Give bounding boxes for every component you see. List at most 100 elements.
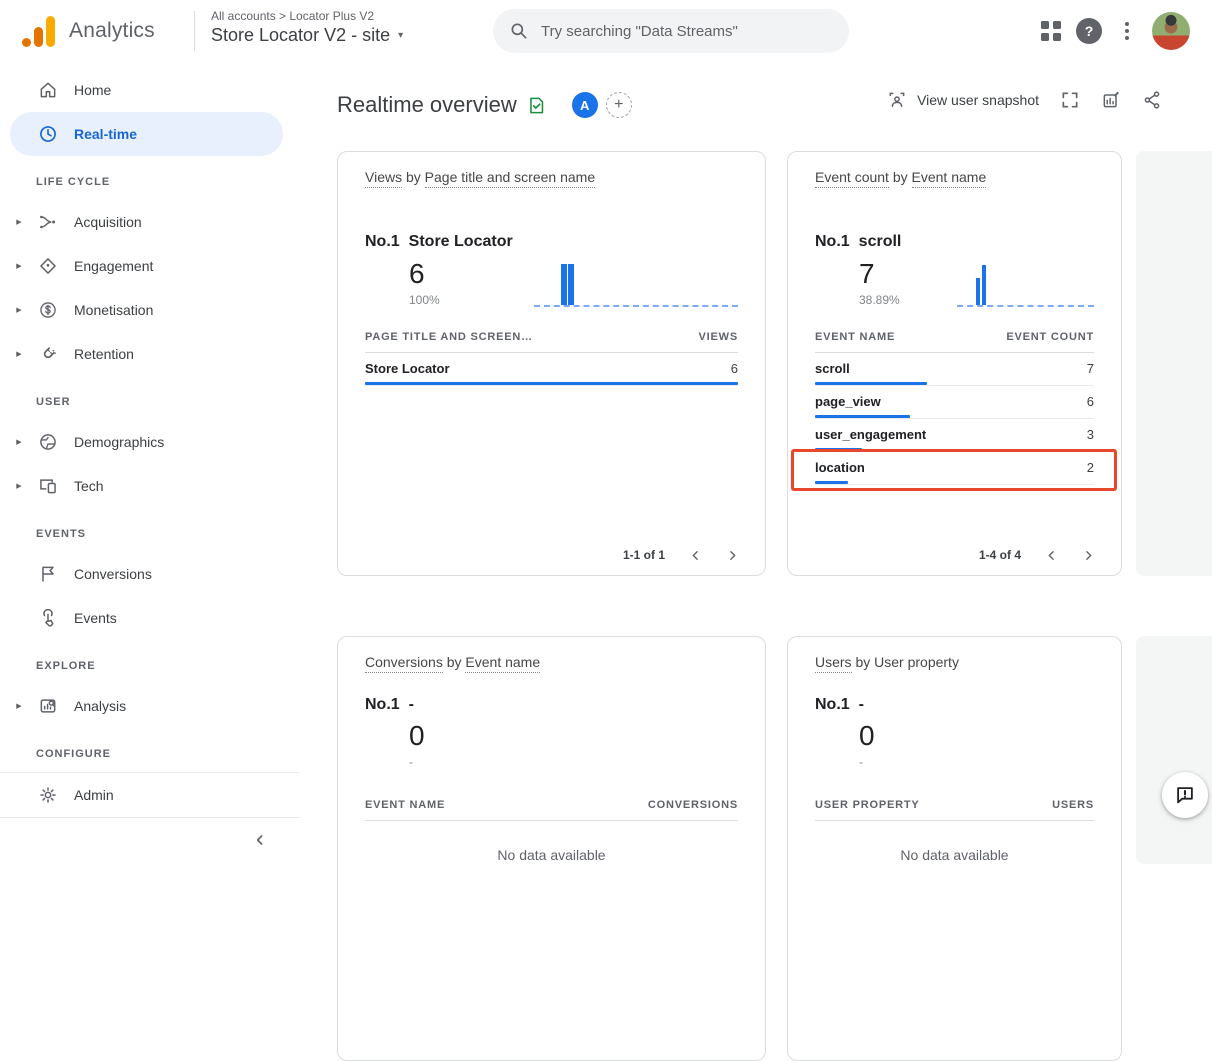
sidebar-section-events: EVENTS [36, 528, 283, 542]
app-header: Analytics All accounts > Locator Plus V2… [0, 0, 1212, 62]
metric-share: - [859, 755, 875, 769]
expand-caret-icon: ▶ [13, 438, 25, 446]
fullscreen-icon[interactable] [1060, 90, 1080, 110]
metric-value: 6 [409, 258, 440, 290]
sidebar-item-admin[interactable]: Admin [10, 773, 283, 817]
sparkline-chart [534, 257, 738, 307]
page-title: Realtime overview [337, 92, 517, 118]
add-comparison-button[interactable]: + [606, 92, 632, 118]
sidebar-item-engagement[interactable]: ▶ Engagement [10, 244, 283, 288]
share-icon[interactable] [1142, 90, 1162, 110]
sidebar-section-user: USER [36, 396, 283, 410]
sidebar-item-conversions[interactable]: Conversions [10, 552, 283, 596]
help-icon[interactable]: ? [1076, 18, 1102, 44]
table-header: PAGE TITLE AND SCREEN…VIEWS [365, 331, 738, 353]
table-row: user_engagement 3 [815, 419, 1094, 452]
card-title: Event count by Event name [815, 169, 1094, 185]
report-valid-icon[interactable] [527, 96, 546, 115]
row-bar [365, 382, 738, 385]
card-title: Conversions by Event name [365, 654, 738, 670]
sidebar-item-acquisition[interactable]: ▶ Acquisition [10, 200, 283, 244]
sidebar: Home Real-time LIFE CYCLE ▶ Acquisition … [0, 62, 300, 864]
dimension-selector[interactable]: User property [874, 654, 959, 670]
search-input[interactable] [541, 23, 821, 40]
sidebar-item-monetisation[interactable]: ▶ Monetisation [10, 288, 283, 332]
metric-share: - [409, 755, 425, 769]
metric-block: 0 - [859, 720, 875, 769]
next-page-icon[interactable] [726, 549, 739, 562]
sidebar-collapse-icon[interactable] [252, 832, 268, 848]
row-bar [815, 448, 862, 451]
clock-icon [36, 122, 60, 146]
pagination: 1-1 of 1 [623, 548, 739, 562]
sidebar-item-retention[interactable]: ▶ Retention [10, 332, 283, 376]
sidebar-section-configure: CONFIGURE [36, 748, 283, 762]
gear-icon [36, 783, 60, 807]
search-icon [509, 21, 529, 41]
engagement-tag-icon [36, 254, 60, 278]
property-selector[interactable]: Store Locator V2 - site ▾ [211, 25, 403, 46]
feedback-bubble-icon [1174, 784, 1196, 806]
more-menu-icon[interactable] [1117, 18, 1137, 44]
metric-value: 7 [859, 258, 900, 290]
row-bar [815, 382, 927, 385]
analytics-logo-icon [22, 15, 55, 47]
comparison-badge-a[interactable]: A [572, 92, 598, 118]
expand-caret-icon: ▶ [13, 306, 25, 314]
sidebar-item-demographics[interactable]: ▶ Demographics [10, 420, 283, 464]
apps-grid-icon[interactable] [1041, 21, 1061, 41]
metric-share: 100% [409, 293, 440, 307]
metric-selector[interactable]: Views [365, 169, 402, 188]
header-divider [194, 11, 195, 51]
header-actions: ? [1041, 0, 1190, 62]
expand-caret-icon: ▶ [13, 702, 25, 710]
metric-block: 0 - [409, 720, 425, 769]
feedback-button[interactable] [1162, 772, 1208, 818]
globe-icon [36, 430, 60, 454]
sidebar-item-real-time[interactable]: Real-time [10, 112, 283, 156]
user-avatar[interactable] [1152, 12, 1190, 50]
user-snapshot-icon [887, 90, 907, 110]
home-icon [36, 78, 60, 102]
table-row: Store Locator 6 [365, 353, 738, 386]
dimension-selector[interactable]: Event name [465, 654, 540, 673]
view-user-snapshot-button[interactable]: View user snapshot [887, 90, 1039, 110]
table-header: EVENT NAMEEVENT COUNT [815, 331, 1094, 353]
expand-caret-icon: ▶ [13, 262, 25, 270]
partial-next-card [1136, 151, 1212, 576]
sparkline-chart [957, 257, 1094, 307]
sidebar-item-analysis[interactable]: ▶ Analysis [10, 684, 283, 728]
dimension-selector[interactable]: Page title and screen name [425, 169, 595, 188]
row-bar [815, 481, 848, 484]
sidebar-item-tech[interactable]: ▶ Tech [10, 464, 283, 508]
brand: Analytics [22, 0, 155, 62]
card-title: Users by User property [815, 654, 1094, 670]
breadcrumb-path[interactable]: All accounts > Locator Plus V2 [211, 9, 403, 23]
conversions-card: Conversions by Event name No.1- 0 - EVEN… [337, 636, 766, 1061]
metric-selector[interactable]: Users [815, 654, 852, 673]
analysis-chart-icon [36, 694, 60, 718]
prev-page-icon[interactable] [689, 549, 702, 562]
brand-name: Analytics [69, 19, 155, 43]
search-bar[interactable] [493, 9, 849, 53]
table-row: page_view 6 [815, 386, 1094, 419]
page-actions: View user snapshot [887, 90, 1162, 110]
table-header: EVENT NAMECONVERSIONS [365, 799, 738, 821]
prev-page-icon[interactable] [1045, 549, 1058, 562]
expand-caret-icon: ▶ [13, 350, 25, 358]
metric-selector[interactable]: Conversions [365, 654, 443, 673]
table-row: scroll 7 [815, 353, 1094, 386]
row-bar [815, 415, 910, 418]
top-rank: No.1Store Locator [365, 233, 738, 251]
edit-report-icon[interactable] [1101, 90, 1121, 110]
sidebar-item-home[interactable]: Home [10, 68, 283, 112]
metric-value: 0 [409, 720, 425, 752]
top-rank: No.1- [365, 696, 738, 714]
sidebar-item-events[interactable]: Events [10, 596, 283, 640]
touch-event-icon [36, 606, 60, 630]
sidebar-section-explore: EXPLORE [36, 660, 283, 674]
next-page-icon[interactable] [1082, 549, 1095, 562]
metric-selector[interactable]: Event count [815, 169, 889, 188]
table-header: USER PROPERTYUSERS [815, 799, 1094, 821]
dimension-selector[interactable]: Event name [912, 169, 987, 188]
